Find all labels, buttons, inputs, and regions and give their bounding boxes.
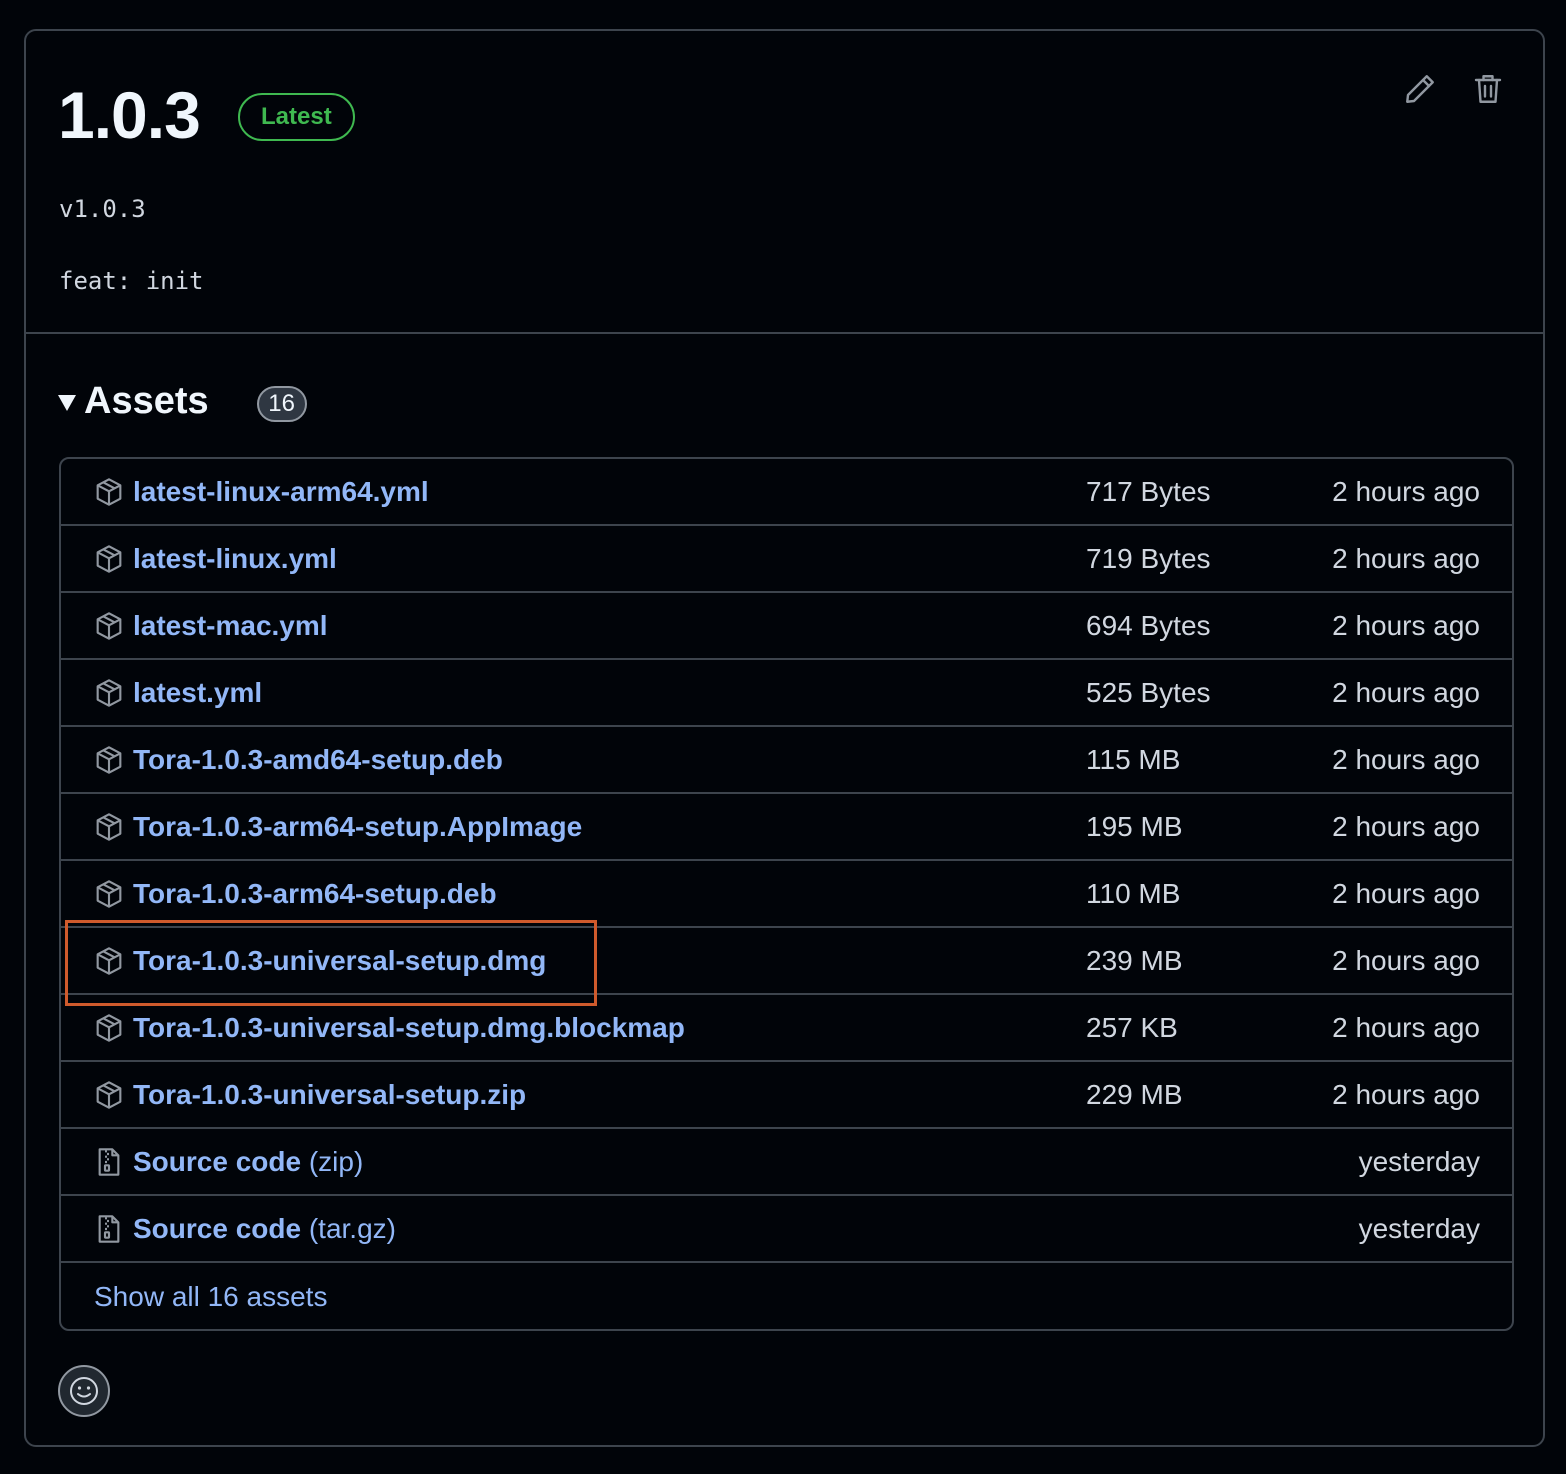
asset-name: Tora-1.0.3-arm64-setup.AppImage — [133, 811, 583, 842]
release-card: 1.0.3 Latest v1.0.3 feat: init Assets 16… — [24, 29, 1545, 1447]
assets-list: latest-linux-arm64.yml 717 Bytes 2 hours a… — [59, 457, 1514, 1331]
add-reaction-button[interactable] — [58, 1365, 110, 1417]
asset-time: 2 hours ago — [1332, 610, 1480, 641]
asset-link[interactable]: Source code (tar.gz) — [133, 1196, 396, 1261]
asset-link[interactable]: Source code (zip) — [133, 1129, 363, 1194]
asset-row: Tora-1.0.3-arm64-setup.deb 110 MB 2 hours … — [61, 861, 1512, 928]
asset-size: 115 MB — [1086, 744, 1181, 775]
asset-time: 2 hours ago — [1332, 1079, 1480, 1110]
asset-size: 110 MB — [1086, 878, 1181, 909]
asset-link[interactable]: latest-mac.yml — [133, 593, 328, 658]
package-icon — [93, 677, 125, 709]
asset-name: Tora-1.0.3-arm64-setup.deb — [133, 878, 497, 909]
file-zip-icon — [93, 1146, 125, 1178]
asset-name-suffix: (tar.gz) — [301, 1213, 396, 1244]
release-notes: feat: init — [59, 267, 204, 295]
asset-link[interactable]: latest-linux.yml — [133, 526, 337, 591]
asset-name: Tora-1.0.3-universal-setup.dmg.blockmap — [133, 1012, 685, 1043]
asset-name: latest-linux-arm64.yml — [133, 476, 429, 507]
release-title: 1.0.3 — [58, 78, 201, 152]
asset-row: Source code (zip) yesterday — [61, 1129, 1512, 1196]
asset-row: latest.yml 525 Bytes 2 hours ago — [61, 660, 1512, 727]
package-icon — [93, 476, 125, 508]
asset-time: 2 hours ago — [1332, 945, 1480, 976]
asset-size: 525 Bytes — [1086, 677, 1211, 708]
asset-size: 257 KB — [1086, 1012, 1178, 1043]
package-icon — [93, 1079, 125, 1111]
asset-time: 2 hours ago — [1332, 677, 1480, 708]
smiley-icon — [70, 1377, 98, 1405]
file-zip-icon — [93, 1213, 125, 1245]
asset-name-suffix: (zip) — [301, 1146, 364, 1177]
asset-name: latest.yml — [133, 677, 263, 708]
asset-size: 229 MB — [1086, 1079, 1183, 1110]
package-icon — [93, 610, 125, 642]
package-icon — [93, 945, 125, 977]
asset-link[interactable]: Tora-1.0.3-universal-setup.dmg — [133, 928, 546, 993]
asset-size: 195 MB — [1086, 811, 1183, 842]
asset-row: Tora-1.0.3-universal-setup.zip 229 MB 2 ho… — [61, 1062, 1512, 1129]
assets-footer: Show all 16 assets — [61, 1263, 1512, 1329]
asset-name: latest-linux.yml — [133, 543, 337, 574]
package-icon — [93, 543, 125, 575]
package-icon — [93, 811, 125, 843]
package-icon — [93, 1012, 125, 1044]
asset-row: latest-mac.yml 694 Bytes 2 hours ago — [61, 593, 1512, 660]
release-tag: v1.0.3 — [59, 195, 146, 223]
asset-size: 717 Bytes — [1086, 476, 1211, 507]
assets-count-badge: 16 — [256, 386, 307, 422]
asset-size: 719 Bytes — [1086, 543, 1211, 574]
asset-row: Tora-1.0.3-arm64-setup.AppImage 195 MB 2 h… — [61, 794, 1512, 861]
asset-name: Source code — [133, 1213, 302, 1244]
asset-row: Tora-1.0.3-amd64-setup.deb 115 MB 2 hours … — [61, 727, 1512, 794]
asset-row: latest-linux-arm64.yml 717 Bytes 2 hours a… — [61, 459, 1512, 526]
asset-link[interactable]: latest-linux-arm64.yml — [133, 459, 429, 524]
asset-time: 2 hours ago — [1332, 878, 1480, 909]
latest-badge: Latest — [238, 93, 355, 141]
asset-name: Source code — [133, 1146, 302, 1177]
asset-time: 2 hours ago — [1332, 543, 1480, 574]
trash-icon[interactable] — [1470, 71, 1506, 107]
asset-link[interactable]: Tora-1.0.3-amd64-setup.deb — [133, 727, 503, 792]
asset-name: Tora-1.0.3-amd64-setup.deb — [133, 744, 503, 775]
assets-toggle[interactable]: Assets 16 — [58, 371, 307, 431]
asset-row: Tora-1.0.3-universal-setup.dmg 239 MB 2 ho… — [61, 928, 1512, 995]
package-icon — [93, 744, 125, 776]
asset-name: Tora-1.0.3-universal-setup.dmg — [133, 945, 547, 976]
asset-time: 2 hours ago — [1332, 744, 1480, 775]
asset-time: 2 hours ago — [1332, 476, 1480, 507]
asset-size: 694 Bytes — [1086, 610, 1211, 641]
asset-link[interactable]: Tora-1.0.3-universal-setup.dmg.blockmap — [133, 995, 685, 1060]
asset-size: 239 MB — [1086, 945, 1183, 976]
release-header: 1.0.3 Latest v1.0.3 feat: init — [26, 31, 1543, 334]
asset-name: latest-mac.yml — [133, 610, 328, 641]
triangle-down-icon — [58, 395, 76, 411]
package-icon — [93, 878, 125, 910]
asset-link[interactable]: Tora-1.0.3-arm64-setup.deb — [133, 861, 497, 926]
asset-name: Tora-1.0.3-universal-setup.zip — [133, 1079, 527, 1110]
pencil-icon[interactable] — [1402, 71, 1438, 107]
assets-heading: Assets — [84, 379, 209, 422]
asset-time: 2 hours ago — [1332, 811, 1480, 842]
asset-link[interactable]: Tora-1.0.3-arm64-setup.AppImage — [133, 794, 582, 859]
asset-link[interactable]: latest.yml — [133, 660, 262, 725]
asset-row: Source code (tar.gz) yesterday — [61, 1196, 1512, 1263]
asset-time: yesterday — [1358, 1213, 1480, 1244]
asset-time: yesterday — [1358, 1146, 1480, 1177]
asset-row: Tora-1.0.3-universal-setup.dmg.blockmap 2… — [61, 995, 1512, 1062]
show-all-assets-link[interactable]: Show all 16 assets — [94, 1263, 327, 1329]
asset-time: 2 hours ago — [1332, 1012, 1480, 1043]
asset-row: latest-linux.yml 719 Bytes 2 hours ago — [61, 526, 1512, 593]
asset-link[interactable]: Tora-1.0.3-universal-setup.zip — [133, 1062, 526, 1127]
